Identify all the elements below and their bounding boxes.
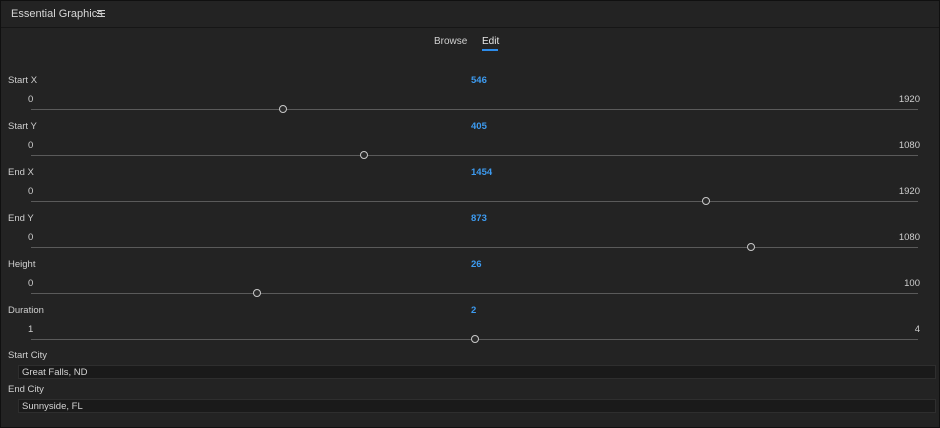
panel-title: Essential Graphics <box>11 8 103 20</box>
slider-min-end-x: 0 <box>28 186 34 197</box>
hamburger-menu-icon[interactable] <box>97 10 105 18</box>
slider-max-end-x: 1920 <box>898 186 920 197</box>
slider-track-end-x[interactable] <box>31 201 918 202</box>
slider-max-start-x: 1920 <box>898 94 920 105</box>
slider-label-start-y: Start Y <box>8 121 37 132</box>
slider-value-duration[interactable]: 2 <box>471 305 476 316</box>
slider-min-start-x: 0 <box>28 94 34 105</box>
slider-label-end-y: End Y <box>8 213 34 224</box>
slider-min-duration: 1 <box>28 324 34 335</box>
start-city-field[interactable]: Great Falls, ND <box>18 365 936 379</box>
slider-thumb-height[interactable] <box>253 289 261 297</box>
slider-max-start-y: 1080 <box>898 140 920 151</box>
slider-value-end-x[interactable]: 1454 <box>471 167 492 178</box>
slider-thumb-start-x[interactable] <box>279 105 287 113</box>
slider-track-start-x[interactable] <box>31 109 918 110</box>
slider-max-duration: 4 <box>914 324 920 335</box>
slider-track-end-y[interactable] <box>31 247 918 248</box>
slider-thumb-start-y[interactable] <box>360 151 368 159</box>
slider-label-end-x: End X <box>8 167 34 178</box>
slider-value-height[interactable]: 26 <box>471 259 482 270</box>
slider-min-start-y: 0 <box>28 140 34 151</box>
slider-value-end-y[interactable]: 873 <box>471 213 487 224</box>
slider-thumb-end-x[interactable] <box>702 197 710 205</box>
start-city-label: Start City <box>8 350 48 361</box>
slider-thumb-duration[interactable] <box>471 335 479 343</box>
end-city-field[interactable]: Sunnyside, FL <box>18 399 936 413</box>
essential-graphics-panel: Essential Graphics Browse Edit Start X 5… <box>0 0 940 428</box>
slider-value-start-y[interactable]: 405 <box>471 121 487 132</box>
slider-min-end-y: 0 <box>28 232 34 243</box>
active-tab-indicator <box>482 49 498 51</box>
panel-header: Essential Graphics <box>1 1 939 28</box>
slider-label-start-x: Start X <box>8 75 38 86</box>
slider-value-start-x[interactable]: 546 <box>471 75 487 86</box>
slider-track-height[interactable] <box>31 293 918 294</box>
end-city-label: End City <box>8 384 44 395</box>
slider-max-height: 100 <box>904 278 920 289</box>
slider-max-end-y: 1080 <box>898 232 920 243</box>
slider-min-height: 0 <box>28 278 34 289</box>
tab-bar: Browse Edit <box>1 35 939 55</box>
tab-edit[interactable]: Edit <box>482 36 499 47</box>
slider-track-start-y[interactable] <box>31 155 918 156</box>
tab-browse[interactable]: Browse <box>434 36 467 47</box>
slider-thumb-end-y[interactable] <box>747 243 755 251</box>
slider-label-duration: Duration <box>8 305 44 316</box>
slider-label-height: Height <box>8 259 36 270</box>
